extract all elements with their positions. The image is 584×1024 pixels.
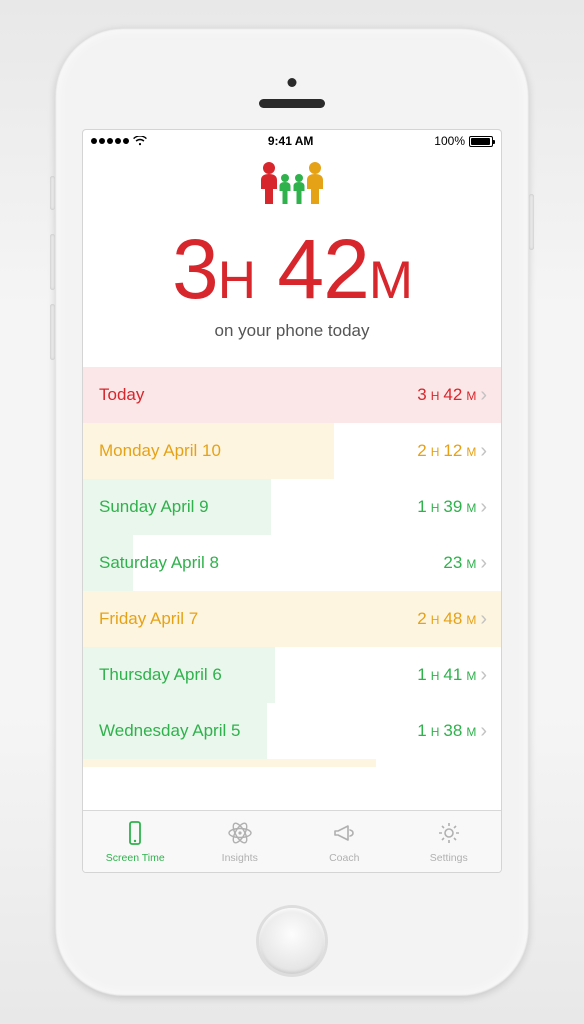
volume-down-button[interactable]	[50, 304, 55, 360]
tab-bar: Screen Time Insights Coach Settings	[83, 810, 501, 872]
volume-up-button[interactable]	[50, 234, 55, 290]
chevron-right-icon: ›	[480, 665, 487, 685]
chevron-right-icon: ›	[480, 553, 487, 573]
day-row[interactable]	[83, 759, 501, 767]
tab-label: Insights	[222, 852, 258, 864]
day-label: Friday April 7	[99, 609, 198, 629]
minutes-value: 42	[277, 222, 368, 316]
chevron-right-icon: ›	[480, 385, 487, 405]
chevron-right-icon: ›	[480, 609, 487, 629]
atom-icon	[225, 820, 255, 849]
status-time: 9:41 AM	[268, 134, 314, 148]
home-button[interactable]	[259, 908, 325, 974]
power-button[interactable]	[529, 194, 534, 250]
minutes-unit: M	[369, 251, 412, 310]
battery-icon	[469, 136, 493, 147]
family-icon	[253, 160, 331, 204]
chevron-right-icon: ›	[480, 497, 487, 517]
tab-coach[interactable]: Coach	[292, 811, 397, 872]
chevron-right-icon: ›	[480, 721, 487, 741]
earpiece	[259, 99, 325, 108]
device-frame: 9:41 AM 100%	[55, 28, 529, 996]
battery-percent: 100%	[434, 134, 465, 148]
hours-value: 3	[172, 222, 218, 316]
mute-switch[interactable]	[50, 176, 55, 210]
day-label: Sunday April 9	[99, 497, 209, 517]
day-label: Thursday April 6	[99, 665, 222, 685]
day-value: 2H 48M	[417, 609, 476, 629]
tab-insights[interactable]: Insights	[188, 811, 293, 872]
day-row[interactable]: Sunday April 9 1H 39M›	[83, 479, 501, 535]
day-row[interactable]: Thursday April 6 1H 41M›	[83, 647, 501, 703]
day-row[interactable]: Monday April 10 2H 12M›	[83, 423, 501, 479]
day-label: Today	[99, 385, 144, 405]
day-value: 1H 41M	[417, 665, 476, 685]
hero-subtitle: on your phone today	[83, 321, 501, 341]
tab-settings[interactable]: Settings	[397, 811, 502, 872]
day-row[interactable]: Saturday April 8 23M›	[83, 535, 501, 591]
day-value: 1H 39M	[417, 497, 476, 517]
day-label: Saturday April 8	[99, 553, 219, 573]
front-camera	[288, 78, 297, 87]
gear-icon	[434, 820, 464, 849]
tab-label: Coach	[329, 852, 359, 864]
tab-screen-time[interactable]: Screen Time	[83, 811, 188, 872]
day-label: Monday April 10	[99, 441, 221, 461]
day-row[interactable]: Wednesday April 5 1H 38M›	[83, 703, 501, 759]
wifi-icon	[133, 136, 147, 146]
day-value: 2H 12M	[417, 441, 476, 461]
tab-label: Screen Time	[106, 852, 165, 864]
chevron-right-icon: ›	[480, 441, 487, 461]
day-row[interactable]: Today 3H 42M›	[83, 367, 501, 423]
megaphone-icon	[329, 820, 359, 849]
status-bar: 9:41 AM 100%	[83, 130, 501, 152]
day-list[interactable]: Today3H 42M›Monday April 102H 12M›Sunday…	[83, 367, 501, 810]
total-time: 3H 42M	[83, 227, 501, 311]
day-row[interactable]: Friday April 7 2H 48M›	[83, 591, 501, 647]
hours-unit: H	[218, 251, 255, 310]
screen: 9:41 AM 100%	[83, 130, 501, 872]
day-value: 23M	[443, 553, 476, 573]
day-value: 3H 42M	[417, 385, 476, 405]
day-value: 1H 38M	[417, 721, 476, 741]
signal-strength-icon	[91, 138, 129, 144]
hero: 3H 42M on your phone today	[83, 152, 501, 367]
tab-label: Settings	[430, 852, 468, 864]
phone-icon	[120, 820, 150, 849]
usage-bar	[83, 759, 376, 767]
day-label: Wednesday April 5	[99, 721, 240, 741]
